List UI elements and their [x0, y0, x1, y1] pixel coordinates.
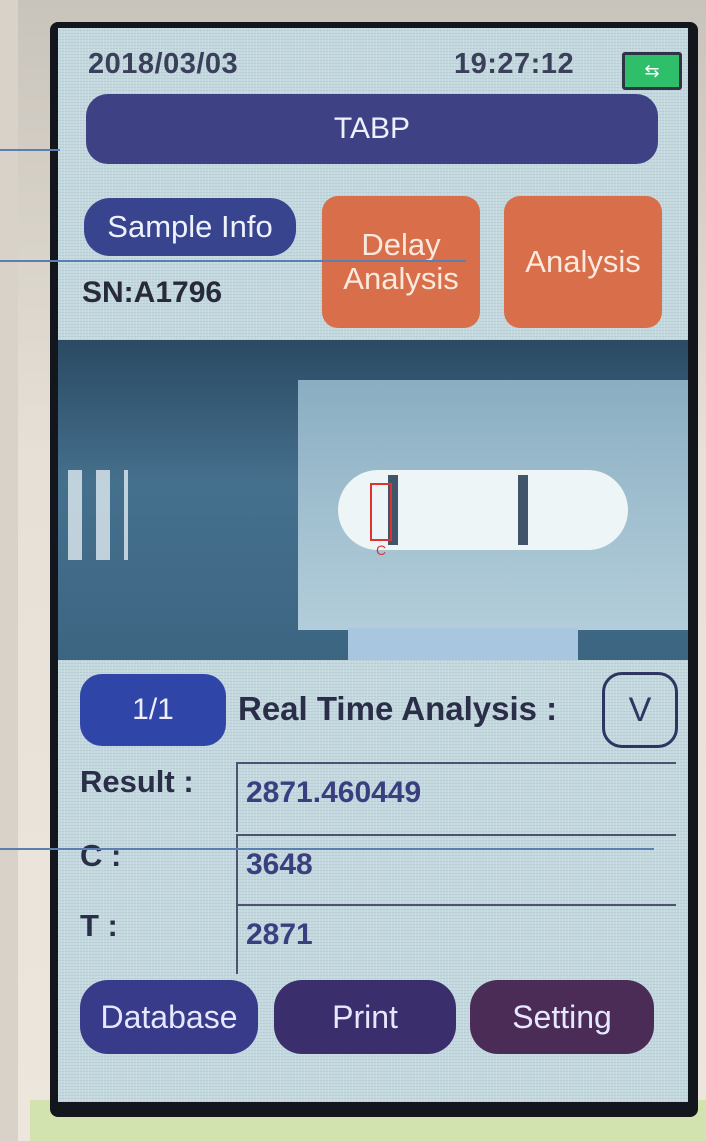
status-date: 2018/03/03 [88, 48, 239, 80]
battery-icon: ⇆ [622, 52, 682, 90]
camera-preview: C [58, 340, 688, 660]
c-label: C : [80, 838, 122, 873]
realtime-analysis-label: Real Time Analysis : [238, 690, 558, 727]
result-value: 2871.460449 [236, 762, 676, 832]
test-line [518, 475, 528, 545]
status-time: 19:27:12 [454, 48, 575, 80]
analysis-button[interactable]: Analysis [504, 196, 662, 328]
device-screen: 2018/03/03 19:27:12 ⇆ TABP Sample Info S… [58, 28, 688, 1102]
callout-line-results [0, 848, 654, 850]
callout-line-title [0, 149, 60, 151]
cassette-label [348, 628, 578, 660]
print-button[interactable]: Print [274, 980, 456, 1054]
callout-line-buttons [0, 260, 466, 262]
setting-button[interactable]: Setting [470, 980, 654, 1054]
result-label: Result : [80, 764, 194, 799]
cassette-grip [68, 470, 128, 560]
delay-analysis-button[interactable]: Delay Analysis [322, 196, 480, 328]
c-value: 3648 [236, 834, 676, 904]
control-line-marker [370, 483, 392, 541]
control-line-label: C [376, 542, 387, 558]
serial-number: SN:A1796 [82, 276, 223, 309]
realtime-analysis-toggle[interactable]: V [602, 672, 678, 748]
t-label: T : [80, 908, 118, 943]
database-button[interactable]: Database [80, 980, 258, 1054]
sample-info-button[interactable]: Sample Info [84, 198, 296, 256]
page-indicator[interactable]: 1/1 [80, 674, 226, 746]
t-value: 2871 [236, 904, 676, 974]
title-button[interactable]: TABP [86, 94, 658, 164]
